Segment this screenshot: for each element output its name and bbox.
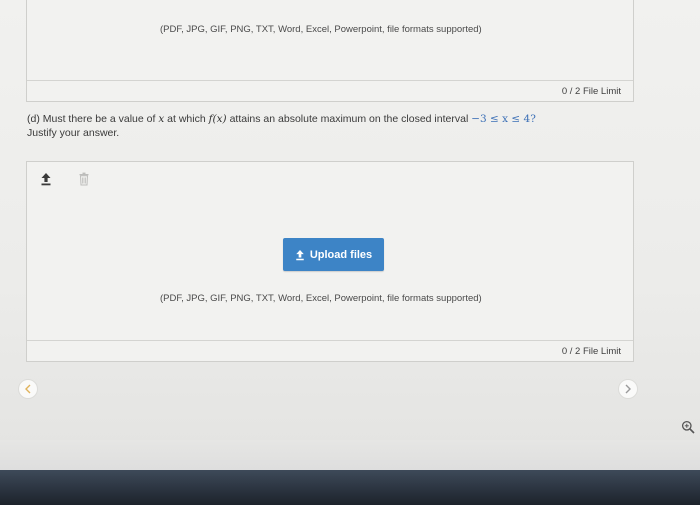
- previous-button[interactable]: [18, 379, 38, 399]
- upload-icon[interactable]: [40, 172, 52, 186]
- chevron-right-icon: [625, 384, 631, 394]
- question-text-mid: at which: [167, 113, 206, 125]
- file-limit-text: 0 / 2 File Limit: [561, 346, 621, 357]
- question-text-start: (d) Must there be a value of: [27, 113, 156, 125]
- supported-formats-note: (PDF, JPG, GIF, PNG, TXT, Word, Excel, P…: [160, 24, 482, 35]
- footer-band: [0, 440, 700, 470]
- file-limit-bar: 0 / 2 File Limit: [27, 340, 633, 361]
- math-interval: −3 ≤ x ≤ 4?: [471, 113, 536, 125]
- upload-files-button[interactable]: Upload files: [283, 238, 384, 271]
- math-function: f(x): [208, 113, 227, 125]
- trash-icon[interactable]: [78, 172, 90, 186]
- next-button[interactable]: [618, 379, 638, 399]
- upload-panel-previous: (PDF, JPG, GIF, PNG, TXT, Word, Excel, P…: [26, 0, 634, 102]
- upload-toolbar: [40, 172, 100, 188]
- file-limit-text: 0 / 2 File Limit: [561, 86, 621, 97]
- question-d: (d) Must there be a value of x at which …: [27, 112, 627, 140]
- question-text-mid2: attains an absolute maximum on the close…: [229, 113, 469, 125]
- upload-panel: Upload files (PDF, JPG, GIF, PNG, TXT, W…: [26, 161, 634, 362]
- zoom-in-icon[interactable]: [681, 420, 695, 434]
- math-variable: x: [158, 113, 165, 125]
- screen-bezel: [0, 470, 700, 505]
- question-text-justify: Justify your answer.: [27, 127, 120, 139]
- chevron-left-icon: [25, 384, 31, 394]
- screen: (PDF, JPG, GIF, PNG, TXT, Word, Excel, P…: [0, 0, 700, 470]
- upload-icon: [296, 249, 304, 260]
- upload-files-label: Upload files: [309, 248, 373, 261]
- file-limit-bar: 0 / 2 File Limit: [27, 80, 633, 101]
- supported-formats-note: (PDF, JPG, GIF, PNG, TXT, Word, Excel, P…: [160, 293, 482, 304]
